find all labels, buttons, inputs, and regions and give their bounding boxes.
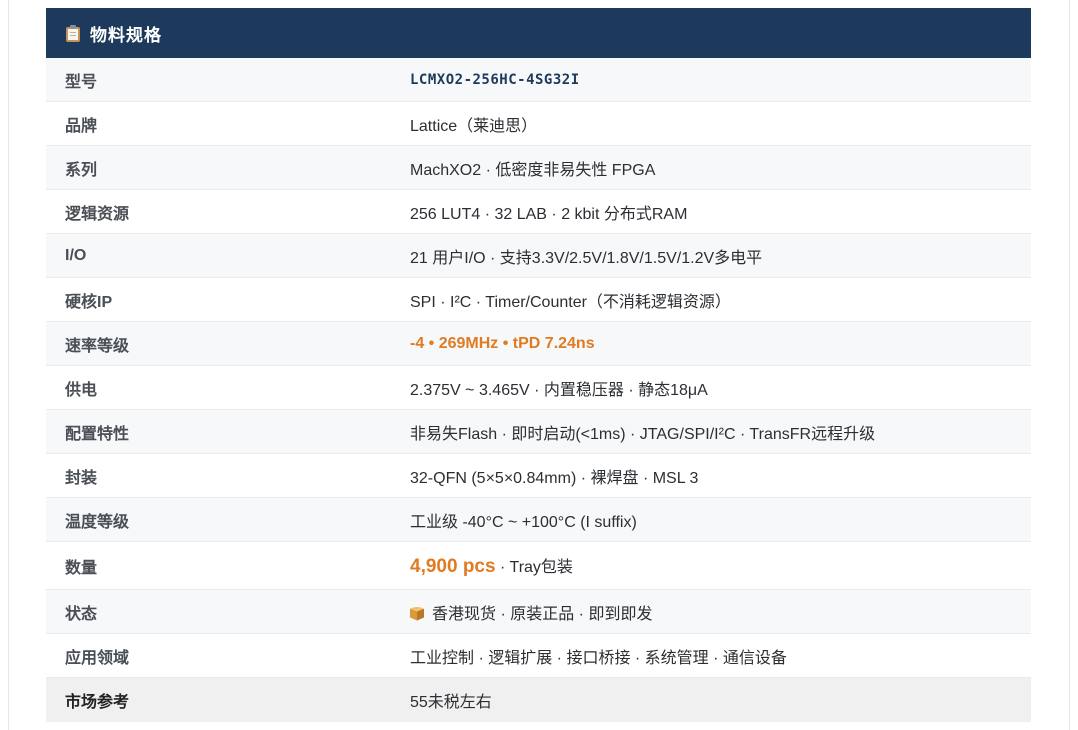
row-power: 供电 2.375V ~ 3.465V · 内置稳压器 · 静态18μA: [46, 366, 1031, 410]
package-icon: [410, 606, 424, 621]
row-label: 配置特性: [65, 425, 130, 443]
status-value: 香港现货 · 原装正品 · 即到即发: [410, 600, 652, 624]
row-label: 品牌: [65, 117, 98, 135]
row-value: 32-QFN (5×5×0.84mm) · 裸焊盘 · MSL 3: [410, 469, 699, 487]
row-applications: 应用领域 工业控制 · 逻辑扩展 · 接口桥接 · 系统管理 · 通信设备: [46, 634, 1031, 678]
row-series: 系列 MachXO2 · 低密度非易失性 FPGA: [46, 146, 1031, 190]
row-market-reference: 市场参考 55未税左右: [46, 678, 1031, 722]
row-label: 速率等级: [65, 337, 130, 355]
row-value: 非易失Flash · 即时启动(<1ms) · JTAG/SPI/I²C · T…: [410, 425, 876, 443]
row-label: 型号: [65, 73, 98, 91]
row-label: 供电: [65, 381, 98, 399]
row-io: I/O 21 用户I/O · 支持3.3V/2.5V/1.8V/1.5V/1.2…: [46, 234, 1031, 278]
speed-grade-value: -4 • 269MHz • tPD 7.24ns: [410, 334, 595, 352]
row-label: 系列: [65, 161, 98, 179]
quantity-value: 4,900 pcs · Tray包装: [410, 553, 573, 578]
spec-title: 物料规格: [90, 25, 162, 45]
model-number: LCMXO2-256HC-4SG32I: [410, 71, 580, 88]
row-config: 配置特性 非易失Flash · 即时启动(<1ms) · JTAG/SPI/I²…: [46, 410, 1031, 454]
row-label: 状态: [65, 605, 98, 623]
row-value: SPI · I²C · Timer/Counter（不消耗逻辑资源）: [410, 293, 731, 311]
row-model: 型号 LCMXO2-256HC-4SG32I: [46, 58, 1031, 102]
row-label: 应用领域: [65, 649, 130, 667]
row-quantity: 数量 4,900 pcs · Tray包装: [46, 542, 1031, 590]
row-value: 工业级 -40°C ~ +100°C (I suffix): [410, 513, 637, 531]
page-border-right: [1069, 0, 1070, 730]
row-logic-resources: 逻辑资源 256 LUT4 · 32 LAB · 2 kbit 分布式RAM: [46, 190, 1031, 234]
page-border-left: [8, 0, 9, 730]
spec-header: 物料规格: [46, 8, 1031, 58]
row-status: 状态 香港现货 · 原装正品 · 即到即发: [46, 590, 1031, 634]
row-value: 21 用户I/O · 支持3.3V/2.5V/1.8V/1.5V/1.2V多电平: [410, 249, 763, 267]
row-value: 工业控制 · 逻辑扩展 · 接口桥接 · 系统管理 · 通信设备: [410, 649, 787, 667]
status-text: 香港现货 · 原装正品 · 即到即发: [432, 605, 653, 623]
row-value: MachXO2 · 低密度非易失性 FPGA: [410, 161, 656, 179]
row-label: 逻辑资源: [65, 205, 130, 223]
row-brand: 品牌 Lattice（莱迪思）: [46, 102, 1031, 146]
row-speed-grade: 速率等级 -4 • 269MHz • tPD 7.24ns: [46, 322, 1031, 366]
spec-table: 物料规格 型号 LCMXO2-256HC-4SG32I 品牌 Lattice（莱…: [46, 8, 1031, 722]
row-label: 硬核IP: [65, 293, 113, 311]
row-value: 2.375V ~ 3.465V · 内置稳压器 · 静态18μA: [410, 381, 708, 399]
row-label: I/O: [65, 246, 87, 264]
row-hard-ip: 硬核IP SPI · I²C · Timer/Counter（不消耗逻辑资源）: [46, 278, 1031, 322]
row-temperature: 温度等级 工业级 -40°C ~ +100°C (I suffix): [46, 498, 1031, 542]
quantity-count: 4,900 pcs: [410, 556, 496, 577]
row-value: Lattice（莱迪思）: [410, 117, 538, 135]
quantity-packaging: · Tray包装: [495, 559, 573, 576]
row-value: 256 LUT4 · 32 LAB · 2 kbit 分布式RAM: [410, 205, 688, 223]
row-label: 市场参考: [65, 694, 130, 711]
clipboard-icon: [66, 24, 80, 42]
row-label: 温度等级: [65, 513, 130, 531]
row-label: 数量: [65, 559, 98, 577]
row-label: 封装: [65, 469, 98, 487]
row-package: 封装 32-QFN (5×5×0.84mm) · 裸焊盘 · MSL 3: [46, 454, 1031, 498]
row-value: 55未税左右: [410, 694, 492, 711]
